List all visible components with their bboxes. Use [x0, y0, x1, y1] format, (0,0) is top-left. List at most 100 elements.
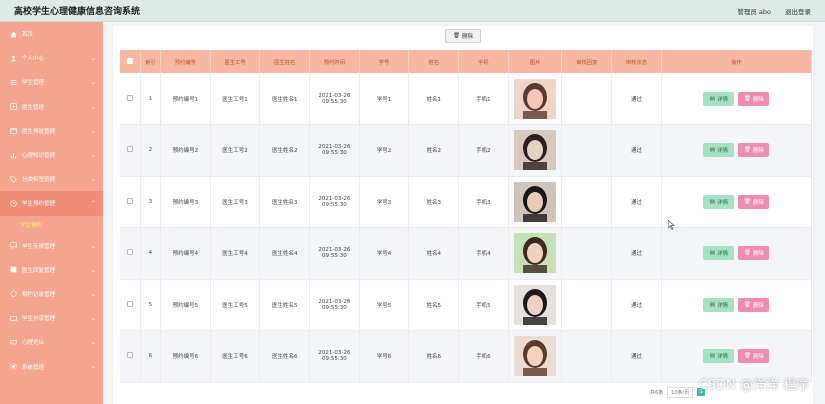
- column-header[interactable]: 审核状态: [611, 50, 662, 73]
- sidebar-item-knowledge[interactable]: 心理知识管理 ⌄: [0, 143, 103, 167]
- row-checkbox[interactable]: [120, 330, 141, 383]
- sidebar-item-forum[interactable]: 心理论坛 ⌄: [0, 330, 103, 354]
- cell-photo: [508, 279, 563, 331]
- cell-name: 姓名4: [408, 227, 460, 280]
- trash-icon: 🗑: [743, 147, 751, 154]
- row-checkbox[interactable]: [120, 124, 141, 177]
- student-photo: [514, 284, 557, 325]
- delete-button[interactable]: 🗑 删除: [738, 246, 770, 261]
- table-row[interactable]: 5 预约编号5 医生工号5 医生姓名5 2021-03-26 09:55:30 学号5 姓名…: [120, 279, 813, 331]
- column-header[interactable]: 审核回复: [561, 50, 613, 73]
- table-row[interactable]: 1 预约编号1 医生工号1 医生姓名1 2021-03-26 09:55:30 学号1 姓名…: [120, 73, 813, 125]
- chevron-down-icon: ⌄: [90, 290, 96, 298]
- sidebar-subitem-booking[interactable]: 学生预约: [0, 216, 103, 234]
- column-header[interactable]: 图片: [508, 50, 563, 73]
- current-user: 管理员 abo: [737, 7, 771, 16]
- page-size-select[interactable]: 10条/页: [667, 386, 694, 398]
- delete-button-label: 删除: [752, 199, 764, 206]
- cell-actions: ▤ 详情 🗑 删除: [661, 176, 813, 228]
- sidebar-item-system[interactable]: 系统管理 ⌄: [0, 354, 103, 378]
- detail-button[interactable]: ▤ 详情: [703, 246, 735, 261]
- cell-student-no: 学号1: [359, 73, 410, 125]
- delete-button[interactable]: 🗑 删除: [738, 91, 770, 106]
- sidebar-item-tags[interactable]: 分类标签管理 ⌄: [0, 167, 103, 191]
- tag-icon: [10, 176, 17, 183]
- top-bar: 高校学生心理健康信息咨询系统 管理员 abo 退出登录: [0, 0, 825, 22]
- column-header[interactable]: 学号: [359, 50, 410, 73]
- chevron-down-icon: ⌄: [90, 55, 96, 63]
- table-row[interactable]: 2 预约编号2 医生工号2 医生姓名2 2021-03-26 09:55:30 学号2 姓名…: [120, 124, 813, 177]
- detail-button[interactable]: ▤ 详情: [703, 91, 735, 106]
- cell-status: 通过: [611, 227, 662, 280]
- detail-button-label: 详情: [717, 251, 729, 258]
- cell-booking-no: 预约编号5: [160, 279, 211, 331]
- cell-student-no: 学号6: [359, 330, 410, 383]
- detail-button[interactable]: ▤ 详情: [703, 297, 735, 312]
- sidebar-item-share[interactable]: 学生分享管理 ⌄: [0, 306, 103, 330]
- document-icon: ▤: [709, 301, 715, 308]
- watermark: CSDN @洋洋 程序: [698, 378, 809, 393]
- cell-doctor-name: 医生姓名6: [259, 330, 311, 383]
- cell-name: 姓名3: [408, 176, 460, 228]
- delete-button[interactable]: 🗑 删除: [738, 297, 770, 312]
- row-checkbox[interactable]: [120, 176, 141, 228]
- detail-button[interactable]: ▤ 详情: [703, 194, 735, 209]
- sidebar-item-doctors[interactable]: 医生管理 ⌄: [0, 95, 103, 119]
- cell-index: 4: [140, 227, 162, 280]
- sidebar-item-home[interactable]: 首页: [0, 22, 103, 46]
- cell-photo: [508, 124, 563, 177]
- cell-doctor-id: 医生工号5: [210, 279, 261, 331]
- table-row[interactable]: 3 预约编号3 医生工号3 医生姓名3 2021-03-26 09:55:30 学号3 姓名…: [120, 176, 813, 228]
- delete-button[interactable]: 🗑 删除: [738, 349, 770, 364]
- settings-icon: [10, 363, 17, 370]
- select-all-checkbox[interactable]: [120, 50, 141, 73]
- row-checkbox[interactable]: [120, 279, 141, 331]
- cell-booking-no: 预约编号4: [160, 227, 211, 280]
- column-header[interactable]: 索引: [140, 50, 162, 73]
- sidebar-item-label: 医生排班管理: [22, 128, 56, 135]
- row-checkbox[interactable]: [120, 227, 141, 280]
- share-icon: [10, 315, 17, 322]
- cell-reply: [561, 73, 613, 125]
- cell-booking-no: 预约编号6: [160, 330, 211, 383]
- doctor-icon: [10, 103, 17, 110]
- sidebar-item-students[interactable]: 学生管理 ⌄: [0, 70, 103, 94]
- column-header[interactable]: 预约时间: [309, 50, 360, 73]
- cell-doctor-id: 医生工号4: [210, 227, 261, 280]
- detail-button[interactable]: ▤ 详情: [703, 143, 735, 158]
- calendar-icon: [10, 127, 17, 134]
- chevron-down-icon: ⌄: [90, 363, 96, 371]
- main-content: 🗑 删除 索引 预约编号 医生工号 医生姓名 预约时间 学号 姓名 手机 图片 …: [113, 26, 813, 404]
- batch-delete-button[interactable]: 🗑 删除: [445, 29, 481, 43]
- cell-name: 姓名1: [408, 73, 460, 125]
- message-icon: [10, 242, 17, 250]
- cell-doctor-id: 医生工号6: [210, 330, 261, 383]
- sidebar-item-feedback[interactable]: 学生反馈管理 ⌄: [0, 234, 103, 258]
- delete-button[interactable]: 🗑 删除: [738, 143, 770, 158]
- detail-button[interactable]: ▤ 详情: [703, 349, 735, 364]
- sidebar-item-schedule[interactable]: 医生排班管理 ⌄: [0, 119, 103, 143]
- cell-reply: [561, 124, 613, 177]
- column-header[interactable]: 医生工号: [210, 50, 261, 73]
- logout-link[interactable]: 退出登录: [785, 6, 811, 16]
- sidebar-item-profile[interactable]: 个人中心 ⌄: [0, 46, 103, 70]
- column-header[interactable]: 姓名: [408, 50, 460, 73]
- column-header[interactable]: 手机: [458, 50, 509, 73]
- trash-icon: 🗑: [743, 301, 751, 308]
- column-header[interactable]: 预约编号: [160, 50, 211, 73]
- sidebar-item-booking[interactable]: 学生预约管理 ⌃: [0, 191, 103, 216]
- table-row[interactable]: 4 预约编号4 医生工号4 医生姓名4 2021-03-26 09:55:30 学号4 姓名…: [120, 227, 813, 280]
- delete-button-label: 删除: [752, 302, 764, 309]
- trash-icon: 🗑: [743, 250, 751, 257]
- delete-button[interactable]: 🗑 删除: [738, 194, 770, 209]
- cell-actions: ▤ 详情 🗑 删除: [661, 227, 813, 280]
- reply-icon: [10, 266, 17, 273]
- sidebar-item-reply[interactable]: 医生回复管理 ⌄: [0, 258, 103, 282]
- delete-button-label: 删除: [752, 96, 764, 103]
- row-checkbox[interactable]: [120, 73, 141, 125]
- cell-index: 6: [140, 330, 162, 383]
- column-header[interactable]: 医生姓名: [259, 50, 311, 73]
- cell-phone: 手机1: [458, 73, 509, 125]
- sidebar-item-records[interactable]: 相约记录管理 ⌄: [0, 282, 103, 306]
- cell-reply: [561, 176, 613, 228]
